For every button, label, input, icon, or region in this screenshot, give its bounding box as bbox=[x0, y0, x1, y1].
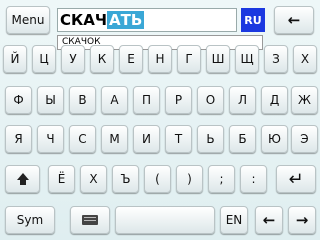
key-letter[interactable]: С bbox=[69, 125, 96, 153]
key-letter[interactable]: Ё bbox=[48, 165, 75, 193]
shift-button[interactable] bbox=[5, 165, 40, 193]
key-symbol[interactable]: ) bbox=[176, 165, 203, 193]
key-letter[interactable]: Т bbox=[165, 125, 192, 153]
key-letter[interactable]: Д bbox=[261, 86, 288, 114]
enter-button[interactable]: ↵ bbox=[276, 165, 316, 193]
key-letter[interactable]: З bbox=[264, 45, 288, 73]
key-letter[interactable]: Г bbox=[177, 45, 201, 73]
key-letter[interactable]: В bbox=[69, 86, 96, 114]
keyboard-button[interactable] bbox=[70, 206, 110, 234]
key-symbol[interactable]: ; bbox=[208, 165, 235, 193]
key-letter[interactable]: К bbox=[90, 45, 114, 73]
language-indicator: RU bbox=[241, 8, 265, 32]
key-letter[interactable]: Ж bbox=[291, 86, 318, 114]
key-letter[interactable]: Щ bbox=[235, 45, 259, 73]
key-letter[interactable]: И bbox=[133, 125, 160, 153]
key-letter[interactable]: Ш bbox=[206, 45, 230, 73]
cursor-left-button[interactable]: ← bbox=[255, 206, 283, 234]
language-label: EN bbox=[225, 213, 243, 227]
autocomplete-text: АТЬ bbox=[107, 11, 145, 29]
menu-button[interactable]: Menu bbox=[6, 6, 50, 34]
menu-label: Menu bbox=[11, 13, 45, 27]
key-letter[interactable]: Х bbox=[293, 45, 317, 73]
language-button[interactable]: EN bbox=[220, 206, 248, 234]
key-letter[interactable]: Э bbox=[291, 125, 318, 153]
key-letter[interactable]: Л bbox=[229, 86, 256, 114]
key-letter[interactable]: Ы bbox=[37, 86, 64, 114]
key-symbol[interactable]: : bbox=[240, 165, 267, 193]
key-letter[interactable]: Ц bbox=[32, 45, 56, 73]
shift-icon bbox=[16, 173, 29, 185]
key-letter[interactable]: Н bbox=[148, 45, 172, 73]
key-letter[interactable]: Ь bbox=[197, 125, 224, 153]
key-letter[interactable]: Ъ bbox=[112, 165, 139, 193]
key-letter[interactable]: М bbox=[101, 125, 128, 153]
key-letter[interactable]: А bbox=[101, 86, 128, 114]
search-input[interactable]: СКАЧ АТЬ bbox=[57, 8, 237, 32]
space-bar[interactable] bbox=[115, 206, 215, 234]
key-letter[interactable]: Ч bbox=[37, 125, 64, 153]
key-letter[interactable]: Ф bbox=[5, 86, 32, 114]
key-letter[interactable]: Б bbox=[229, 125, 256, 153]
key-letter[interactable]: Е bbox=[119, 45, 143, 73]
key-letter[interactable]: П bbox=[133, 86, 160, 114]
backspace-button[interactable]: ← bbox=[274, 6, 314, 34]
key-letter[interactable]: Р bbox=[165, 86, 192, 114]
arrow-left-icon: ← bbox=[262, 211, 276, 229]
key-letter[interactable]: У bbox=[61, 45, 85, 73]
key-letter[interactable]: Я bbox=[5, 125, 32, 153]
keyboard-icon bbox=[82, 215, 98, 225]
sym-button[interactable]: Sym bbox=[5, 206, 55, 234]
key-symbol[interactable]: ( bbox=[144, 165, 171, 193]
enter-icon: ↵ bbox=[288, 168, 304, 190]
key-letter[interactable]: Ю bbox=[261, 125, 288, 153]
key-letter[interactable]: Х bbox=[80, 165, 107, 193]
typed-text: СКАЧ bbox=[60, 11, 107, 29]
arrow-left-icon: ← bbox=[287, 11, 301, 29]
sym-label: Sym bbox=[16, 213, 44, 227]
key-letter[interactable]: О bbox=[197, 86, 224, 114]
cursor-right-button[interactable]: → bbox=[288, 206, 316, 234]
key-letter[interactable]: Й bbox=[3, 45, 27, 73]
arrow-right-icon: → bbox=[295, 211, 309, 229]
